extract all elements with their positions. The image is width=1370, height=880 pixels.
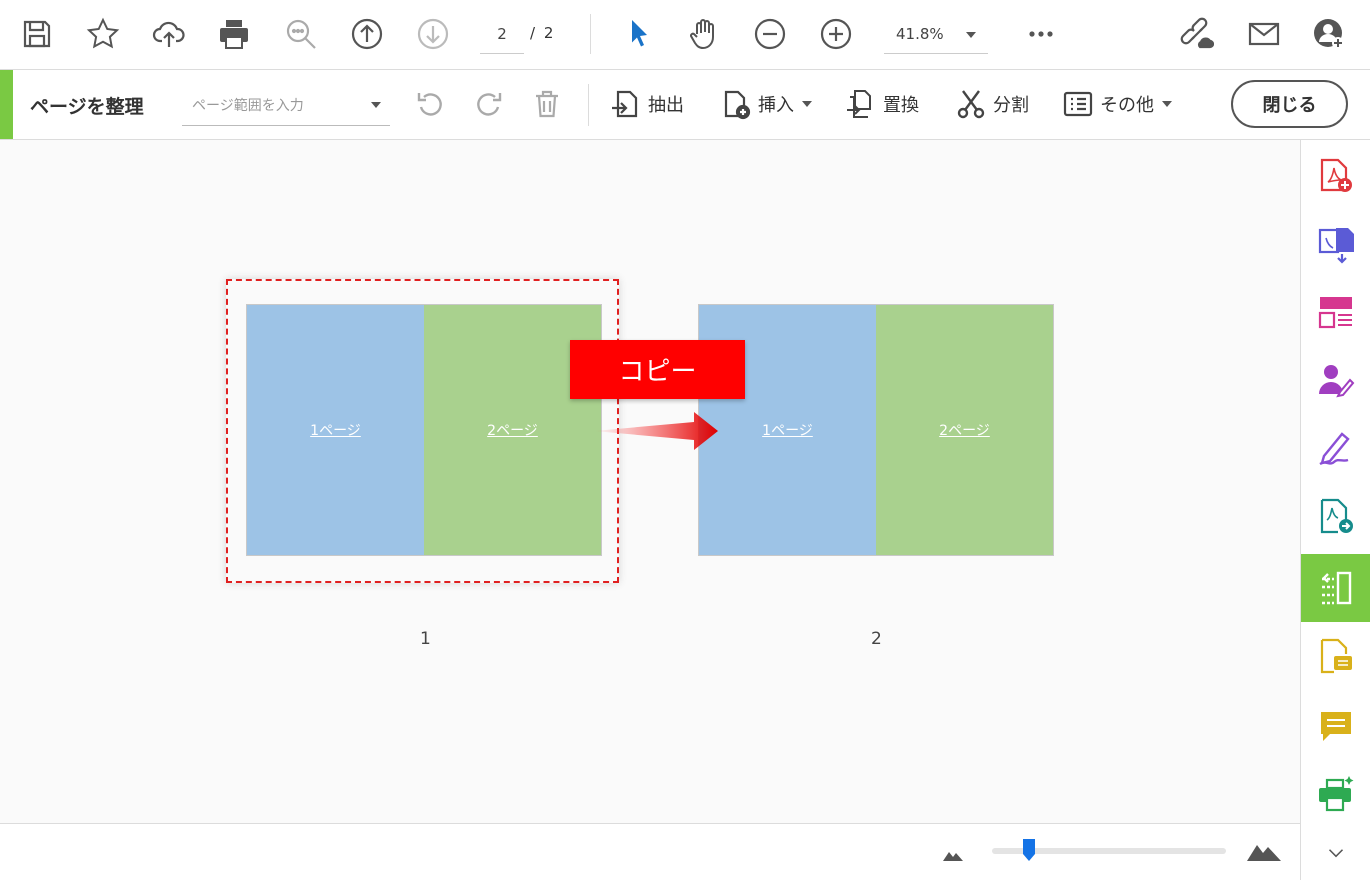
redo-icon[interactable]: [470, 86, 506, 122]
insert-label: 挿入: [758, 95, 794, 116]
page-thumbnail-1[interactable]: 1ページ 2ページ: [246, 304, 602, 556]
toolbar-divider: [590, 14, 591, 54]
page-number-label: 2: [871, 629, 882, 649]
bookmark-star-icon[interactable]: [84, 15, 122, 53]
rail-comment-file[interactable]: [1301, 622, 1370, 690]
undo-icon[interactable]: [413, 86, 449, 122]
extract-button[interactable]: 抽出: [610, 84, 684, 124]
print-icon[interactable]: [215, 15, 253, 53]
extract-label: 抽出: [648, 95, 684, 116]
export-pdf-icon: [1318, 228, 1354, 264]
zoom-level-value: 41.8%: [896, 24, 944, 43]
close-tool-button[interactable]: 閉じる: [1231, 80, 1348, 128]
comment-file-icon: [1320, 638, 1352, 674]
more-options-label: その他: [1100, 95, 1154, 116]
list-icon: [1063, 91, 1093, 117]
save-icon[interactable]: [18, 15, 56, 53]
replace-button[interactable]: 置換: [845, 84, 919, 124]
print-production-icon: [1319, 776, 1354, 812]
delete-icon[interactable]: [529, 86, 565, 122]
zoom-search-icon[interactable]: [282, 15, 320, 53]
scissors-icon: [957, 90, 985, 119]
rail-export-pdf[interactable]: [1301, 210, 1370, 278]
slider-handle[interactable]: [1022, 838, 1036, 862]
large-thumbnail-icon[interactable]: [1246, 840, 1282, 862]
next-page-icon[interactable]: [414, 15, 452, 53]
rail-edit-pdf[interactable]: [1301, 278, 1370, 346]
thumbnail-size-bar: [0, 823, 1300, 880]
send-review-icon: [1320, 498, 1353, 534]
hand-tool-icon[interactable]: [686, 15, 724, 53]
rail-fill-sign[interactable]: [1301, 414, 1370, 482]
share-link-icon[interactable]: [1178, 15, 1216, 53]
rail-comment[interactable]: [1301, 692, 1370, 760]
total-pages: / 2: [530, 24, 556, 42]
request-signature-icon: [1319, 365, 1355, 398]
current-page-input[interactable]: 2: [480, 14, 524, 54]
comment-icon: [1321, 712, 1351, 741]
rail-create-pdf[interactable]: [1301, 142, 1370, 210]
replace-label: 置換: [883, 95, 919, 116]
zoom-out-icon[interactable]: [751, 15, 789, 53]
copy-arrow-icon: [594, 412, 718, 450]
extract-icon: [612, 90, 638, 118]
chevron-down-icon: [1162, 101, 1172, 107]
main-toolbar: 2 / 2 41.8%: [0, 0, 1370, 70]
replace-icon: [847, 90, 871, 118]
insert-button[interactable]: 挿入: [720, 84, 812, 124]
rail-expand[interactable]: [1301, 828, 1370, 878]
organize-pages-icon: [1322, 571, 1352, 605]
edit-pdf-icon: [1318, 297, 1352, 329]
split-label: 分割: [993, 95, 1029, 116]
prev-page-icon[interactable]: [348, 15, 386, 53]
email-icon[interactable]: [1245, 15, 1283, 53]
page-thumbnail-left-half: 1ページ: [247, 305, 424, 555]
page-number-label: 1: [420, 629, 431, 649]
organize-pages-toolbar: ページを整理 抽出 挿入 置換 分割 その他 閉じる: [0, 70, 1370, 140]
chevron-down-icon: [1328, 849, 1344, 858]
cloud-upload-icon[interactable]: [150, 15, 188, 53]
small-thumbnail-icon[interactable]: [942, 848, 964, 862]
tools-rail: [1300, 140, 1370, 880]
account-icon[interactable]: [1310, 15, 1348, 53]
page-thumbnail-right-half: 2ページ: [876, 305, 1053, 555]
page-thumbnail-2[interactable]: 1ページ 2ページ: [698, 304, 1054, 556]
create-pdf-icon: [1320, 158, 1352, 192]
toolbar-divider: [588, 84, 589, 126]
rail-request-signature[interactable]: [1301, 346, 1370, 414]
insert-icon: [724, 90, 751, 120]
rail-organize-pages[interactable]: [1301, 554, 1370, 622]
more-options-button[interactable]: その他: [1062, 84, 1172, 124]
tool-title: ページを整理: [30, 96, 144, 118]
select-arrow-icon[interactable]: [620, 15, 658, 53]
fill-sign-icon: [1319, 432, 1350, 466]
split-button[interactable]: 分割: [955, 84, 1029, 124]
zoom-level-select[interactable]: 41.8%: [884, 14, 988, 54]
page-range-input[interactable]: [182, 86, 390, 126]
more-icon[interactable]: [1022, 15, 1060, 53]
chevron-down-icon[interactable]: [371, 102, 381, 108]
rail-send-review[interactable]: [1301, 482, 1370, 550]
zoom-in-icon[interactable]: [817, 15, 855, 53]
tool-accent-bar: [0, 70, 13, 139]
copy-annotation-label: コピー: [570, 340, 745, 399]
chevron-down-icon: [966, 32, 976, 38]
rail-print-production[interactable]: [1301, 760, 1370, 828]
chevron-down-icon: [802, 101, 812, 107]
